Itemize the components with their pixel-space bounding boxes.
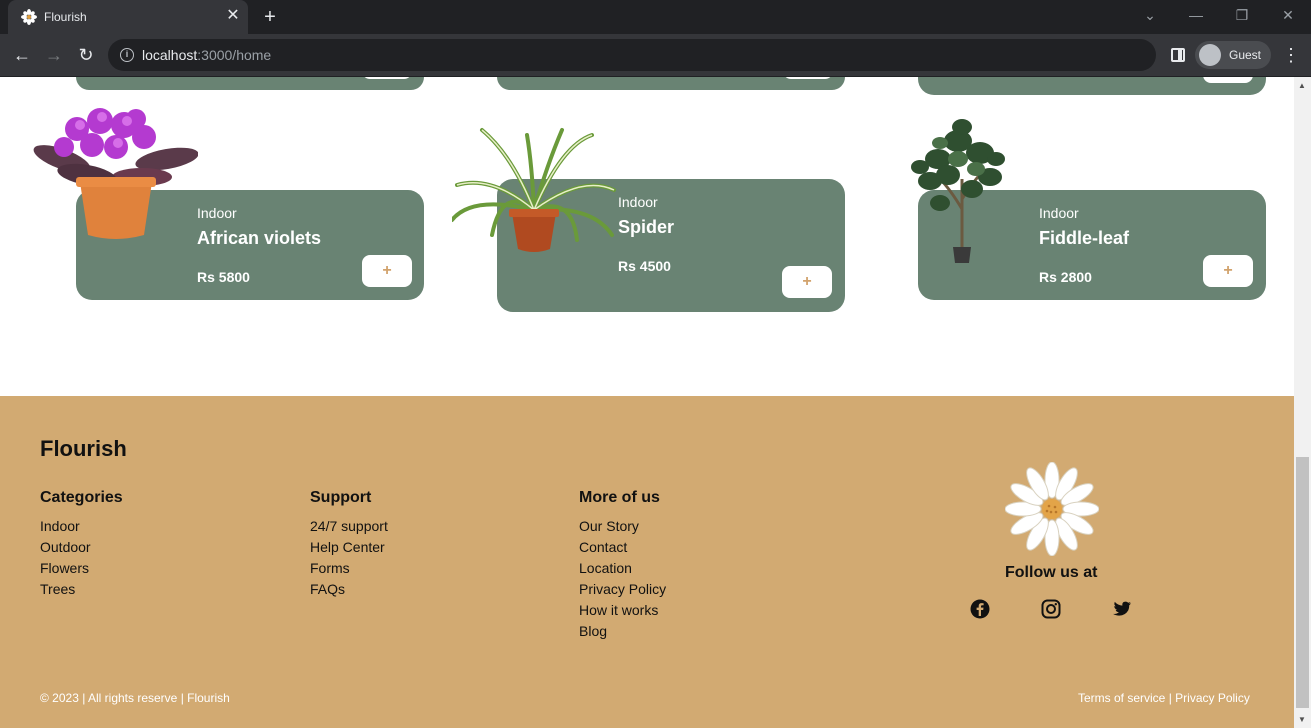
footer-link-faqs[interactable]: FAQs (310, 581, 388, 602)
page-viewport: Indoor African violets Rs 5800 + Indoor … (0, 77, 1294, 728)
footer-link-forms[interactable]: Forms (310, 560, 388, 581)
page-scrollbar[interactable]: ▲ ▼ (1294, 77, 1311, 728)
add-to-cart-button[interactable] (1203, 77, 1253, 83)
add-to-cart-button[interactable]: + (782, 266, 832, 298)
product-price: Rs 4500 (618, 258, 671, 274)
terms-link[interactable]: Terms of service (1078, 691, 1165, 705)
product-name: Fiddle-leaf (1039, 228, 1130, 248)
url-text: localhost:3000/home (142, 47, 272, 63)
copyright-text: © 2023 | All rights reserve | Flourish (40, 691, 230, 705)
footer-link-trees[interactable]: Trees (40, 581, 123, 602)
restore-icon[interactable]: ❐ (1228, 5, 1256, 25)
footer-link-flowers[interactable]: Flowers (40, 560, 123, 581)
reload-icon[interactable]: ↻ (74, 43, 98, 67)
scroll-up-icon[interactable]: ▲ (1298, 81, 1306, 90)
browser-tab[interactable]: Flourish ✕ (8, 0, 248, 34)
new-tab-icon[interactable]: + (258, 5, 282, 29)
product-card-partial (497, 77, 845, 90)
footer-link-support[interactable]: 24/7 support (310, 518, 388, 539)
footer-link-outdoor[interactable]: Outdoor (40, 539, 123, 560)
scrollbar-thumb[interactable] (1296, 457, 1309, 708)
add-to-cart-button[interactable] (362, 77, 412, 79)
add-to-cart-button[interactable] (783, 77, 833, 79)
footer-link-location[interactable]: Location (579, 560, 666, 581)
footer-column-title: Support (310, 489, 372, 506)
follow-us-label: Follow us at (1005, 564, 1098, 581)
footer-column-title: More of us (579, 489, 660, 506)
facebook-icon[interactable] (970, 599, 990, 619)
footer-column-support: Support 24/7 support Help Center Forms F… (310, 489, 388, 602)
footer-column-more: More of us Our Story Contact Location Pr… (579, 489, 666, 644)
footer-link-indoor[interactable]: Indoor (40, 518, 123, 539)
footer-column-title: Categories (40, 489, 123, 506)
footer-link-our-story[interactable]: Our Story (579, 518, 666, 539)
tab-search-icon[interactable]: ⌄ (1136, 5, 1164, 25)
product-name: Spider (618, 217, 675, 237)
kebab-menu-icon[interactable]: ⋮ (1282, 43, 1300, 67)
side-panel-icon[interactable] (1171, 48, 1185, 62)
privacy-policy-link[interactable]: Privacy Policy (1175, 691, 1250, 705)
scroll-down-icon[interactable]: ▼ (1298, 715, 1306, 724)
footer-link-privacy-policy[interactable]: Privacy Policy (579, 581, 666, 602)
flower-favicon-icon (21, 9, 37, 25)
add-to-cart-button[interactable]: + (1203, 255, 1253, 287)
product-card-partial (76, 77, 424, 90)
product-price: Rs 5800 (197, 269, 250, 285)
tab-close-icon[interactable]: ✕ (224, 7, 242, 25)
tab-title: Flourish (44, 10, 87, 24)
browser-toolbar: ← → ↻ i localhost:3000/home Guest ⋮ (0, 34, 1311, 77)
back-icon[interactable]: ← (10, 43, 34, 67)
footer-link-help-center[interactable]: Help Center (310, 539, 388, 560)
footer-brand: Flourish (40, 436, 127, 461)
product-price: Rs 2800 (1039, 269, 1092, 285)
product-category: Indoor (197, 205, 237, 221)
product-name: African violets (197, 228, 322, 248)
footer-link-contact[interactable]: Contact (579, 539, 666, 560)
legal-separator: | (1165, 691, 1176, 705)
african-violet-image (33, 108, 198, 239)
footer-column-categories: Categories Indoor Outdoor Flowers Trees (40, 489, 123, 602)
spider-plant-image (452, 128, 616, 252)
forward-icon[interactable]: → (42, 43, 66, 67)
address-bar[interactable]: i localhost:3000/home (108, 39, 1156, 71)
product-category: Indoor (618, 194, 658, 210)
profile-name: Guest (1229, 48, 1262, 62)
twitter-icon[interactable] (1112, 599, 1132, 619)
window-close-icon[interactable]: ✕ (1274, 5, 1302, 25)
site-footer: Flourish Categories Indoor Outdoor Flowe… (0, 396, 1294, 728)
browser-tab-strip: Flourish ✕ + ⌄ — ❐ ✕ (0, 0, 1311, 34)
product-category: Indoor (1039, 205, 1079, 221)
daisy-logo-icon (1005, 462, 1099, 556)
footer-link-how-it-works[interactable]: How it works (579, 602, 666, 623)
add-to-cart-button[interactable]: + (362, 255, 412, 287)
minimize-icon[interactable]: — (1182, 5, 1210, 25)
profile-button[interactable]: Guest (1195, 41, 1271, 69)
product-card-partial (918, 77, 1266, 95)
instagram-icon[interactable] (1041, 599, 1061, 619)
footer-link-blog[interactable]: Blog (579, 623, 666, 644)
fiddle-leaf-fig-image (911, 119, 1005, 263)
legal-links: Terms of service | Privacy Policy (1078, 691, 1250, 705)
avatar (1199, 44, 1221, 66)
site-info-icon[interactable]: i (120, 48, 134, 62)
